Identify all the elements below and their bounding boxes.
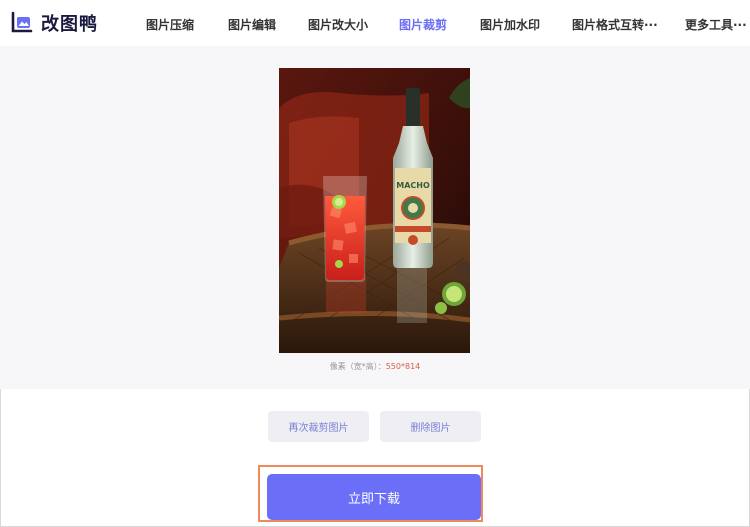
- photo-illustration: MACHO: [279, 68, 470, 353]
- nav-format-convert[interactable]: 图片格式互转···: [572, 16, 658, 33]
- nav-image-edit[interactable]: 图片编辑: [228, 16, 276, 33]
- nav-image-crop[interactable]: 图片裁剪: [399, 16, 447, 33]
- nav-image-compress[interactable]: 图片压缩: [146, 16, 194, 33]
- nav-more-tools[interactable]: 更多工具···: [685, 16, 747, 33]
- logo-text: 改图鸭: [41, 14, 98, 35]
- cropped-image-preview: MACHO: [279, 68, 470, 353]
- pixel-size-info: 像素（宽*高）：550*814: [0, 361, 750, 372]
- pixel-size-value: 550*814: [385, 362, 421, 371]
- bottle-label-text: MACHO: [396, 181, 430, 190]
- logo-icon: [11, 11, 33, 33]
- logo[interactable]: 改图鸭: [9, 10, 98, 36]
- pixel-size-label: 像素（宽*高）：: [329, 362, 386, 371]
- delete-image-button[interactable]: 删除图片: [380, 411, 481, 442]
- download-now-button[interactable]: 立即下载: [267, 474, 481, 520]
- nav-image-resize[interactable]: 图片改大小: [308, 16, 368, 33]
- top-nav: 改图鸭 图片压缩 图片编辑 图片改大小 图片裁剪 图片加水印 图片格式互转···…: [0, 0, 750, 46]
- recrop-button[interactable]: 再次裁剪图片: [268, 411, 369, 442]
- nav-image-watermark[interactable]: 图片加水印: [480, 16, 540, 33]
